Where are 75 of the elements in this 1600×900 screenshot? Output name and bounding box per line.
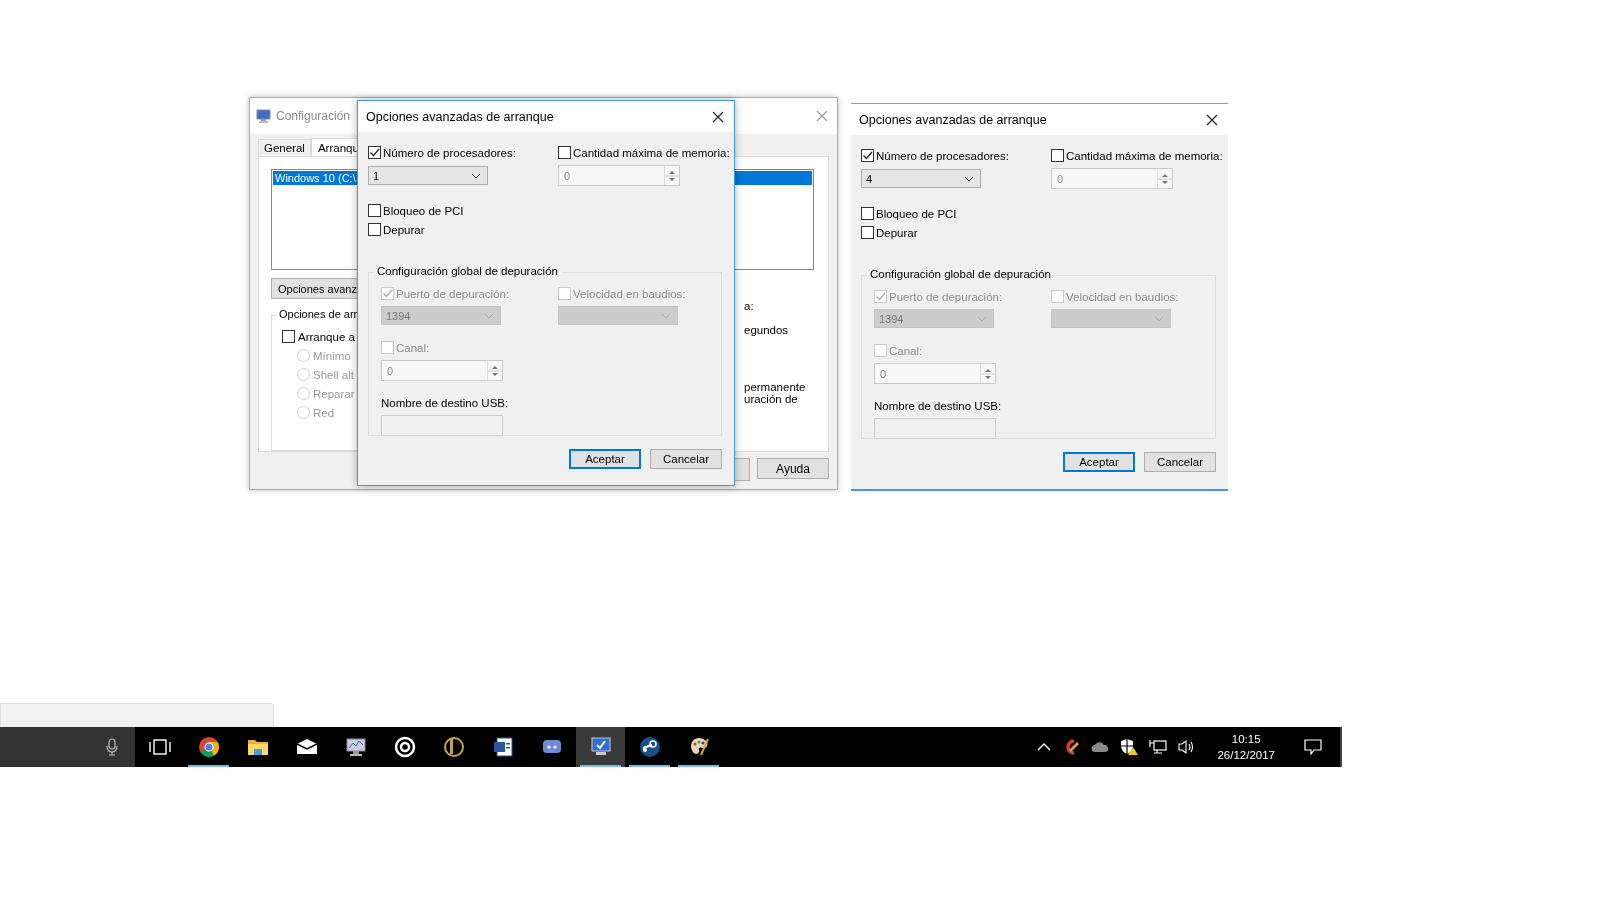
checkbox[interactable] [861, 226, 874, 239]
checkbox-label: Velocidad en baudios: [573, 287, 686, 300]
clock-date[interactable]: 26/12/2017 [1217, 747, 1275, 763]
usb-target-field[interactable] [381, 415, 503, 436]
browser-icon [196, 735, 221, 759]
chevron-down-icon [977, 315, 987, 322]
network-icon[interactable] [1149, 739, 1168, 755]
checkbox-label: Cantidad máxima de memoria: [573, 146, 730, 159]
clock-time[interactable]: 10:15 [1231, 731, 1261, 747]
checkbox[interactable] [368, 223, 381, 236]
running-indicator [580, 765, 621, 767]
radio-label: Reparar [313, 387, 355, 400]
checkbox-label: Depurar [383, 223, 425, 236]
help-button[interactable]: Ayuda [757, 458, 829, 479]
chevron-down-icon [484, 312, 494, 319]
checkbox-label: Puerto de depuración: [889, 290, 1003, 303]
label-text: permanente [744, 381, 807, 393]
group-label: Configuración global de depuración [867, 268, 1054, 280]
processor-dropdown[interactable]: 1 [368, 166, 488, 185]
label-text: egundos [744, 324, 790, 336]
ok-button[interactable]: Aceptar [1063, 452, 1135, 472]
checkbox[interactable] [368, 204, 381, 217]
checkbox-label: Velocidad en baudios: [1066, 290, 1179, 303]
dialog-title: Opciones avanzadas de arranque [859, 112, 1047, 127]
chevron-down-icon [964, 175, 974, 182]
ring-icon [392, 735, 417, 759]
chevron-up-icon[interactable] [1037, 743, 1052, 751]
running-indicator [678, 765, 719, 767]
window-title: Configuración [276, 109, 351, 123]
radio-label: Shell alt [313, 368, 354, 381]
checkbox-label: Canal: [396, 341, 430, 354]
checkbox-label: Arranque a [298, 330, 355, 343]
field-label: Nombre de destino USB: [874, 400, 1003, 412]
checkbox[interactable] [861, 207, 874, 220]
radio-label: Mínimo [313, 349, 351, 362]
cancel-button[interactable]: Cancelar [650, 449, 722, 469]
checkbox-label: Bloqueo de PCI [383, 204, 464, 217]
label-text: a: [744, 300, 755, 312]
checkbox-label: Depurar [876, 226, 918, 239]
checkbox[interactable] [861, 149, 874, 162]
checkbox-label: Bloqueo de PCI [876, 207, 957, 220]
group-label: Configuración global de depuración [374, 265, 561, 277]
cancel-button[interactable]: Cancelar [1144, 452, 1216, 472]
chevron-down-icon [661, 312, 671, 319]
ok-button[interactable]: Aceptar [569, 449, 641, 469]
running-indicator [629, 765, 670, 767]
taskbar-button[interactable] [576, 727, 625, 767]
monitor-icon [256, 108, 272, 124]
notification-icon[interactable] [1304, 739, 1322, 755]
usb-target-field[interactable] [874, 418, 996, 439]
dialog-title: Opciones avanzadas de arranque [366, 109, 554, 124]
checkbox[interactable] [368, 146, 381, 159]
task-view-icon[interactable] [148, 739, 171, 755]
processor-dropdown[interactable]: 4 [861, 169, 981, 188]
checkbox-label: Canal: [889, 344, 923, 357]
shield-warning-icon[interactable] [1120, 738, 1139, 756]
radio-label: Red [313, 406, 335, 419]
checkbox-label: Número de procesadores: [876, 149, 1009, 162]
tab[interactable]: General [258, 139, 311, 156]
close-icon[interactable] [712, 110, 724, 123]
running-indicator [188, 765, 229, 767]
close-icon[interactable] [1206, 113, 1218, 126]
cloud-icon[interactable] [1091, 741, 1110, 753]
checkbox[interactable] [282, 330, 295, 343]
monitor-icon [343, 735, 368, 759]
chevron-down-icon [1154, 315, 1164, 322]
microphone-icon[interactable] [106, 738, 118, 756]
field-label: Nombre de destino USB: [381, 397, 510, 409]
ring-logo-icon [441, 735, 466, 759]
chevron-down-icon [471, 172, 481, 179]
label-text: uración de [744, 393, 799, 405]
checkbox-label: Puerto de depuración: [396, 287, 510, 300]
disc-icon [637, 735, 662, 759]
checkbox-label: Número de procesadores: [383, 146, 516, 159]
checkbox-label: Cantidad máxima de memoria: [1066, 149, 1223, 162]
